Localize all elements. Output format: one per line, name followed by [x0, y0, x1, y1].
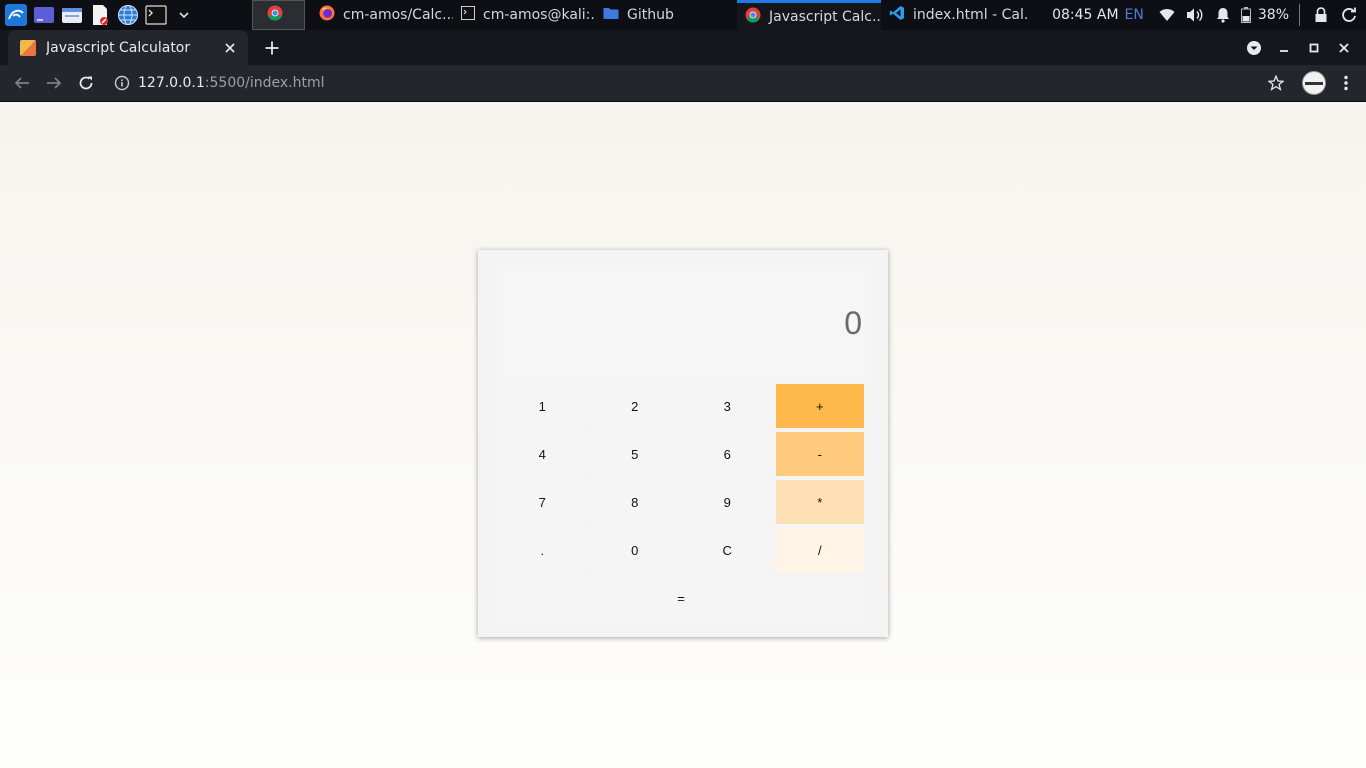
key-multiply[interactable]: *	[775, 480, 864, 524]
calculator: 0 1 2 3 + 4 5 6 - 7 8 9 * . 0 C / =	[478, 250, 888, 637]
plus-icon	[265, 41, 279, 54]
arrow-left-icon	[14, 77, 29, 89]
key-plus[interactable]: +	[775, 384, 864, 428]
taskbar-window-github-folder[interactable]: Github	[595, 0, 737, 30]
key-6[interactable]: 6	[683, 432, 772, 476]
terminal-icon[interactable]	[142, 0, 170, 30]
profile-avatar[interactable]	[1302, 71, 1326, 95]
new-tab-button[interactable]	[258, 30, 286, 65]
wifi-icon[interactable]	[1156, 0, 1178, 30]
kali-menu-icon[interactable]	[2, 0, 30, 30]
back-button[interactable]	[6, 67, 38, 99]
key-4[interactable]: 4	[498, 432, 587, 476]
taskbar-window-label: index.html - Cal...	[913, 7, 1029, 23]
taskbar-window-javascript-calculator[interactable]: Javascript Calc...	[737, 0, 881, 30]
chevron-down-icon[interactable]	[170, 0, 198, 30]
chrome-icon	[267, 5, 283, 25]
url-host: 127.0.0.1	[138, 75, 205, 91]
url-path: :5500/index.html	[204, 75, 325, 91]
reload-button[interactable]	[70, 67, 102, 99]
battery-percentage: 38%	[1257, 7, 1289, 23]
workspace-icon[interactable]	[30, 0, 58, 30]
key-2[interactable]: 2	[590, 384, 679, 428]
notification-bell-icon[interactable]	[1212, 0, 1234, 30]
volume-icon[interactable]	[1184, 0, 1206, 30]
taskbar-spacer	[198, 0, 252, 30]
key-0[interactable]: 0	[590, 528, 679, 572]
text-editor-icon[interactable]	[86, 0, 114, 30]
browser-tab-active[interactable]: Javascript Calculator	[8, 30, 248, 65]
battery-icon[interactable]	[1240, 0, 1252, 30]
browser-tab-bar: Javascript Calculator	[0, 30, 1366, 65]
close-window-icon[interactable]	[1336, 40, 1352, 56]
key-8[interactable]: 8	[590, 480, 679, 524]
bookmark-star-icon[interactable]	[1260, 67, 1292, 99]
key-decimal[interactable]: .	[498, 528, 587, 572]
tab-title: Javascript Calculator	[46, 39, 191, 56]
key-7[interactable]: 7	[498, 480, 587, 524]
taskbar-window-terminal[interactable]: cm-amos@kali:...	[453, 0, 595, 30]
lock-icon[interactable]	[1310, 0, 1332, 30]
system-tray: 08:45 AM EN 38%	[1052, 0, 1366, 30]
key-clear[interactable]: C	[683, 528, 772, 572]
maximize-icon[interactable]	[1306, 40, 1322, 56]
window-controls	[1246, 30, 1366, 65]
file-manager-icon[interactable]	[58, 0, 86, 30]
calculator-keypad: 1 2 3 + 4 5 6 - 7 8 9 * . 0 C / =	[498, 384, 866, 620]
key-1[interactable]: 1	[498, 384, 587, 428]
vscode-icon	[889, 5, 905, 25]
site-info-icon[interactable]	[112, 75, 132, 91]
taskbar-window-label: Javascript Calc...	[769, 8, 881, 25]
key-3[interactable]: 3	[683, 384, 772, 428]
calculator-favicon-icon	[20, 39, 36, 56]
folder-icon	[603, 6, 619, 24]
taskbar-window-vscode[interactable]: index.html - Cal...	[881, 0, 1029, 30]
web-browser-icon[interactable]	[114, 0, 142, 30]
calculator-display: 0	[498, 265, 866, 382]
key-5[interactable]: 5	[590, 432, 679, 476]
more-menu-icon[interactable]	[1336, 67, 1356, 99]
launchers	[0, 0, 198, 30]
minimize-icon[interactable]	[1276, 40, 1292, 56]
key-minus[interactable]: -	[775, 432, 864, 476]
taskbar-window-label: Github	[627, 7, 674, 23]
toolbar-actions	[1254, 67, 1366, 99]
clock[interactable]: 08:45 AM	[1052, 7, 1118, 23]
terminal-icon	[461, 6, 475, 24]
page-viewport: 0 1 2 3 + 4 5 6 - 7 8 9 * . 0 C / =	[0, 102, 1366, 768]
taskbar-window-chrome[interactable]	[252, 0, 305, 30]
arrow-right-icon	[47, 77, 62, 89]
restart-icon[interactable]	[1338, 0, 1360, 30]
tab-search-icon[interactable]	[1246, 40, 1262, 56]
taskbar: cm-amos/Calc... cm-amos@kali:... Github …	[0, 0, 1366, 30]
browser-toolbar: 127.0.0.1:5500/index.html	[0, 65, 1366, 102]
taskbar-window-label: cm-amos/Calc...	[343, 7, 453, 23]
key-divide[interactable]: /	[775, 528, 864, 572]
address-bar[interactable]: 127.0.0.1:5500/index.html	[112, 68, 1254, 98]
tray-separator	[1299, 4, 1300, 26]
close-tab-icon[interactable]	[222, 40, 238, 56]
key-equals[interactable]: =	[498, 576, 864, 620]
firefox-icon	[319, 5, 335, 25]
forward-button[interactable]	[38, 67, 70, 99]
chrome-icon	[745, 7, 761, 27]
taskbar-window-firefox[interactable]: cm-amos/Calc...	[311, 0, 453, 30]
keyboard-layout[interactable]: EN	[1125, 7, 1144, 23]
reload-icon	[79, 76, 93, 90]
key-9[interactable]: 9	[683, 480, 772, 524]
taskbar-window-label: cm-amos@kali:...	[483, 7, 595, 23]
